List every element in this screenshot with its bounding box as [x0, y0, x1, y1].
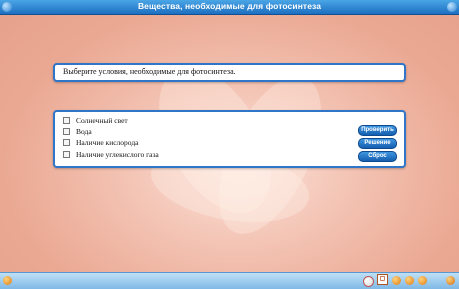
question-text: Выберите условия, необходимые для фотоси…: [63, 67, 236, 76]
option-checkbox[interactable]: [63, 150, 70, 158]
option-checkbox[interactable]: [63, 138, 70, 146]
title-bar: Вещества, необходимые для фотосинтеза: [0, 0, 459, 15]
wrench-icon[interactable]: [3, 276, 12, 285]
option-item[interactable]: Наличие углекислого газа: [63, 149, 159, 159]
close-window-icon[interactable]: [447, 2, 457, 12]
back-arrow-icon[interactable]: [392, 276, 401, 285]
pencil-icon[interactable]: [446, 276, 455, 285]
option-label: Наличие кислорода: [76, 137, 139, 147]
option-item[interactable]: Солнечный свет: [63, 115, 128, 125]
speaker-icon[interactable]: [418, 276, 427, 285]
option-label: Солнечный свет: [76, 115, 128, 125]
option-checkbox[interactable]: [63, 127, 70, 135]
option-item[interactable]: Вода: [63, 126, 92, 136]
reset-button[interactable]: Сброс: [358, 151, 397, 162]
option-checkbox[interactable]: [63, 116, 70, 124]
solution-button[interactable]: Решение: [358, 138, 397, 149]
bottom-toolbar: [0, 272, 459, 289]
window-title: Вещества, необходимые для фотосинтеза: [137, 1, 322, 11]
question-panel: Выберите условия, необходимые для фотоси…: [53, 63, 406, 82]
forward-arrow-icon[interactable]: [405, 276, 414, 285]
answer-panel: Солнечный свет Вода Наличие кислорода На…: [53, 110, 406, 168]
page-indicator-icon: ▢: [377, 274, 388, 285]
option-label: Вода: [76, 126, 92, 136]
home-icon[interactable]: [363, 276, 374, 287]
check-button[interactable]: Проверить: [358, 125, 397, 136]
option-item[interactable]: Наличие кислорода: [63, 137, 138, 147]
option-label: Наличие углекислого газа: [76, 149, 159, 159]
